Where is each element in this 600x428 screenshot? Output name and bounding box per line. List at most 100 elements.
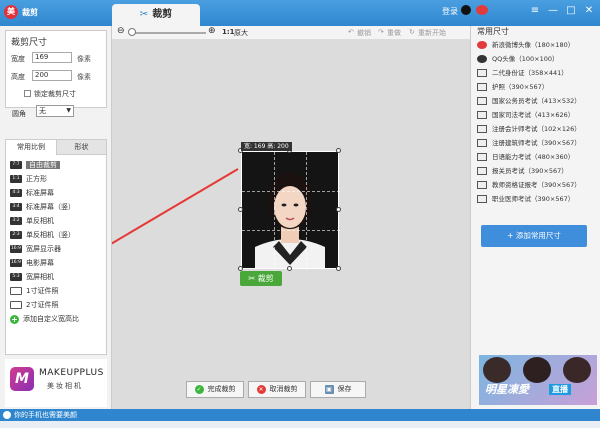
list-item[interactable]: 新浪微博头像（180×180） (477, 39, 574, 51)
phone-icon (3, 411, 11, 419)
add-ratio-button[interactable]: + 添加自定义宽高比 (10, 313, 79, 325)
list-item[interactable]: 日语能力考试（480×360） (477, 151, 574, 163)
makeupplus-logo-icon: M (10, 367, 34, 391)
list-item[interactable]: QQ头像（100×100） (477, 53, 559, 65)
cancel-crop-button[interactable]: ✕ 取消裁剪 (248, 381, 306, 398)
plus-icon: + (10, 314, 19, 324)
width-field[interactable]: 169 (32, 52, 72, 63)
list-item[interactable]: 1:1 正方形 (10, 173, 47, 185)
crop-size-title: 裁剪尺寸 (11, 38, 48, 48)
list-item[interactable]: 护照（390×567） (477, 81, 548, 93)
list-item[interactable]: 2:3 单反相机（竖） (10, 229, 75, 241)
login-link[interactable]: 登录 (442, 6, 458, 17)
list-item[interactable]: 3:4 标准屏幕（竖） (10, 201, 75, 213)
canvas-area: ⊖ ⊕ 1:1 原大 ↶ 撤销 ↷ 重做 ↻ 重新开始 宽: 169 高: 20… (112, 26, 470, 410)
common-sizes-title: 常用尺寸 (477, 27, 509, 36)
status-text[interactable]: 你的手机也需要美颜 (14, 411, 77, 419)
list-item[interactable]: 16:9 电影屏幕 (10, 257, 54, 269)
maximize-button[interactable]: □ (564, 4, 578, 18)
done-crop-button[interactable]: ✓ 完成裁剪 (186, 381, 244, 398)
round-label: 圆角 (12, 110, 26, 118)
ratio-icon: 16:9 (10, 245, 22, 253)
common-size-list: 新浪微博头像（180×180） QQ头像（100×100） 二代身份证（358×… (475, 39, 597, 229)
ad-text: 明星凍愛 (485, 383, 529, 396)
list-item[interactable]: 国家司法考试（413×626） (477, 109, 574, 121)
ratio-label: 标准屏幕 (26, 189, 54, 197)
list-item[interactable]: 注册建筑师考试（390×567） (477, 137, 581, 149)
qq-icon[interactable] (461, 5, 471, 15)
menu-button[interactable]: ≡ (528, 4, 542, 18)
ratio-label: 自由裁剪 (26, 161, 60, 169)
weibo-icon[interactable] (476, 5, 488, 15)
scissors-icon: ✂ (139, 9, 149, 20)
ad-banner[interactable]: 明星凍愛 直播 (479, 355, 597, 405)
list-item[interactable]: 2寸证件照 (10, 299, 58, 311)
minimize-button[interactable]: — (546, 4, 560, 18)
list-item[interactable]: 3:2 单反相机 (10, 215, 54, 227)
ratio-icon: 3:2 (10, 217, 22, 225)
id-card-icon (477, 195, 487, 203)
ratio-icon: 3:4 (10, 203, 22, 211)
id-card-icon (477, 111, 487, 119)
list-item[interactable]: 4:3 标准屏幕 (10, 187, 54, 199)
tab-crop[interactable]: ✂ 裁剪 (112, 4, 200, 26)
list-item[interactable]: 职业医师考试（390×567） (477, 193, 574, 205)
bottom-action-bar: ✓ 完成裁剪 ✕ 取消裁剪 ▣ 保存 (112, 378, 470, 400)
size-label: 报关员考试（390×567） (492, 167, 568, 175)
taskbar-strip (0, 421, 600, 428)
id-card-icon (477, 139, 487, 147)
width-unit: 像素 (77, 55, 91, 63)
list-item[interactable]: 注册会计师考试（102×126） (477, 123, 581, 135)
size-label: 二代身份证（358×441） (492, 69, 568, 77)
tab-common-ratio[interactable]: 常用比例 (5, 139, 57, 155)
list-item[interactable]: 国家公务员考试（413×532） (477, 95, 581, 107)
list-item[interactable]: 7:7 自由裁剪 (10, 159, 60, 171)
qq-icon (477, 55, 487, 63)
list-item[interactable]: 二代身份证（358×441） (477, 67, 568, 79)
tab-shape[interactable]: 形状 (56, 139, 107, 155)
close-button[interactable]: ✕ (582, 4, 596, 18)
check-icon: ✓ (194, 384, 204, 394)
app-logo-icon: 美 (4, 5, 18, 19)
list-item[interactable]: 5:3 宽屏相机 (10, 271, 54, 283)
size-label: 新浪微博头像（180×180） (492, 41, 575, 49)
size-label: 注册建筑师考试（390×567） (492, 139, 581, 147)
list-item[interactable]: 报关员考试（390×567） (477, 165, 568, 177)
list-item[interactable]: 16:9 宽屏显示器 (10, 243, 61, 255)
ad-live-badge: 直播 (549, 384, 571, 395)
close-icon: ✕ (256, 384, 266, 394)
ratio-label: 宽屏显示器 (26, 245, 61, 253)
annotation-arrow (112, 168, 239, 245)
save-label: 保存 (337, 385, 352, 393)
makeupplus-logo[interactable]: M MAKEUPPLUS 美妆相机 (5, 359, 107, 407)
cancel-crop-label: 取消裁剪 (269, 385, 298, 393)
size-label: 护照（390×567） (492, 83, 549, 91)
id-card-icon (477, 97, 487, 105)
ratio-label: 电影屏幕 (26, 259, 54, 267)
id-photo-icon (10, 287, 22, 295)
list-item[interactable]: 教师资格证报考（390×567） (477, 179, 581, 191)
left-panel: 裁剪尺寸 宽度 169 像素 高度 200 像素 锁定裁剪尺寸 圆角 无 ▼ 常… (0, 26, 112, 410)
ratio-label: 正方形 (26, 175, 47, 183)
lock-size-checkbox[interactable] (24, 90, 31, 97)
list-item[interactable]: 1寸证件照 (10, 285, 58, 297)
height-unit: 像素 (77, 73, 91, 81)
add-common-size-label: 添加常用尺寸 (515, 231, 561, 240)
ad-face-2 (523, 357, 551, 383)
round-select[interactable]: 无 ▼ (36, 105, 74, 117)
floppy-icon: ▣ (324, 384, 334, 394)
ratio-label: 单反相机 (26, 217, 54, 225)
crop-size-box: 裁剪尺寸 宽度 169 像素 高度 200 像素 锁定裁剪尺寸 (5, 30, 107, 108)
round-select-value: 无 (39, 107, 46, 115)
logo-text: MAKEUPPLUS (39, 368, 104, 378)
width-label: 宽度 (11, 55, 25, 63)
logo-subtext: 美妆相机 (47, 382, 83, 390)
plus-icon: + (507, 231, 516, 240)
save-button[interactable]: ▣ 保存 (310, 381, 366, 398)
height-field[interactable]: 200 (32, 70, 72, 81)
size-label: 注册会计师考试（102×126） (492, 125, 581, 133)
ratio-label: 标准屏幕（竖） (26, 203, 75, 211)
add-common-size-button[interactable]: + 添加常用尺寸 (481, 225, 587, 247)
id-card-icon (477, 69, 487, 77)
ratio-label: 1寸证件照 (26, 287, 59, 295)
